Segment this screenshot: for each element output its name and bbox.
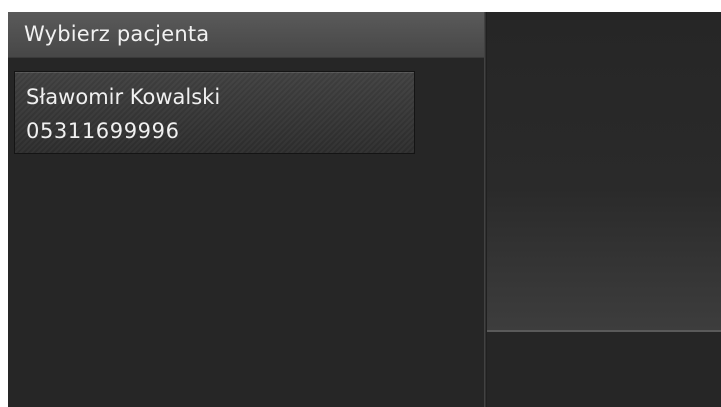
header-bar: Wybierz pacjenta (8, 12, 484, 58)
side-panel-lower-area (487, 332, 721, 407)
page-title: Wybierz pacjenta (24, 22, 210, 46)
side-panel (487, 12, 721, 407)
side-panel-upper-area (487, 12, 721, 330)
device-screen: Wybierz pacjenta Sławomir Kowalski 05311… (8, 12, 721, 407)
patient-id: 05311699996 (26, 119, 180, 143)
patient-list-item[interactable]: Sławomir Kowalski 05311699996 (14, 71, 415, 154)
patient-name: Sławomir Kowalski (26, 85, 221, 109)
patient-list-panel: Wybierz pacjenta Sławomir Kowalski 05311… (8, 12, 484, 407)
